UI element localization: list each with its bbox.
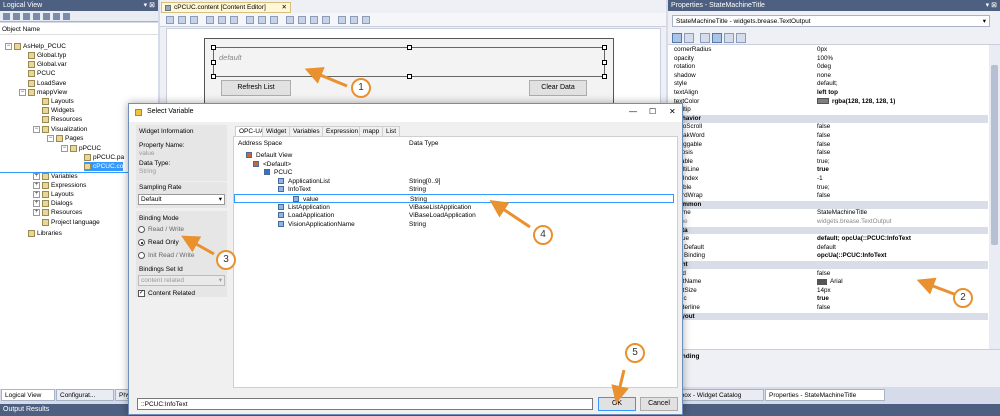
arrow-3 <box>181 235 215 256</box>
annotation-arrows <box>181 67 955 404</box>
callout-2: 2 <box>953 288 973 308</box>
arrow-4 <box>489 200 531 229</box>
callout-4: 4 <box>533 225 553 245</box>
arrow-2 <box>916 277 955 296</box>
callout-1: 1 <box>351 78 371 98</box>
callout-3: 3 <box>216 250 236 270</box>
arrow-1 <box>304 67 348 88</box>
callout-5: 5 <box>625 343 645 363</box>
arrow-5 <box>611 369 629 404</box>
